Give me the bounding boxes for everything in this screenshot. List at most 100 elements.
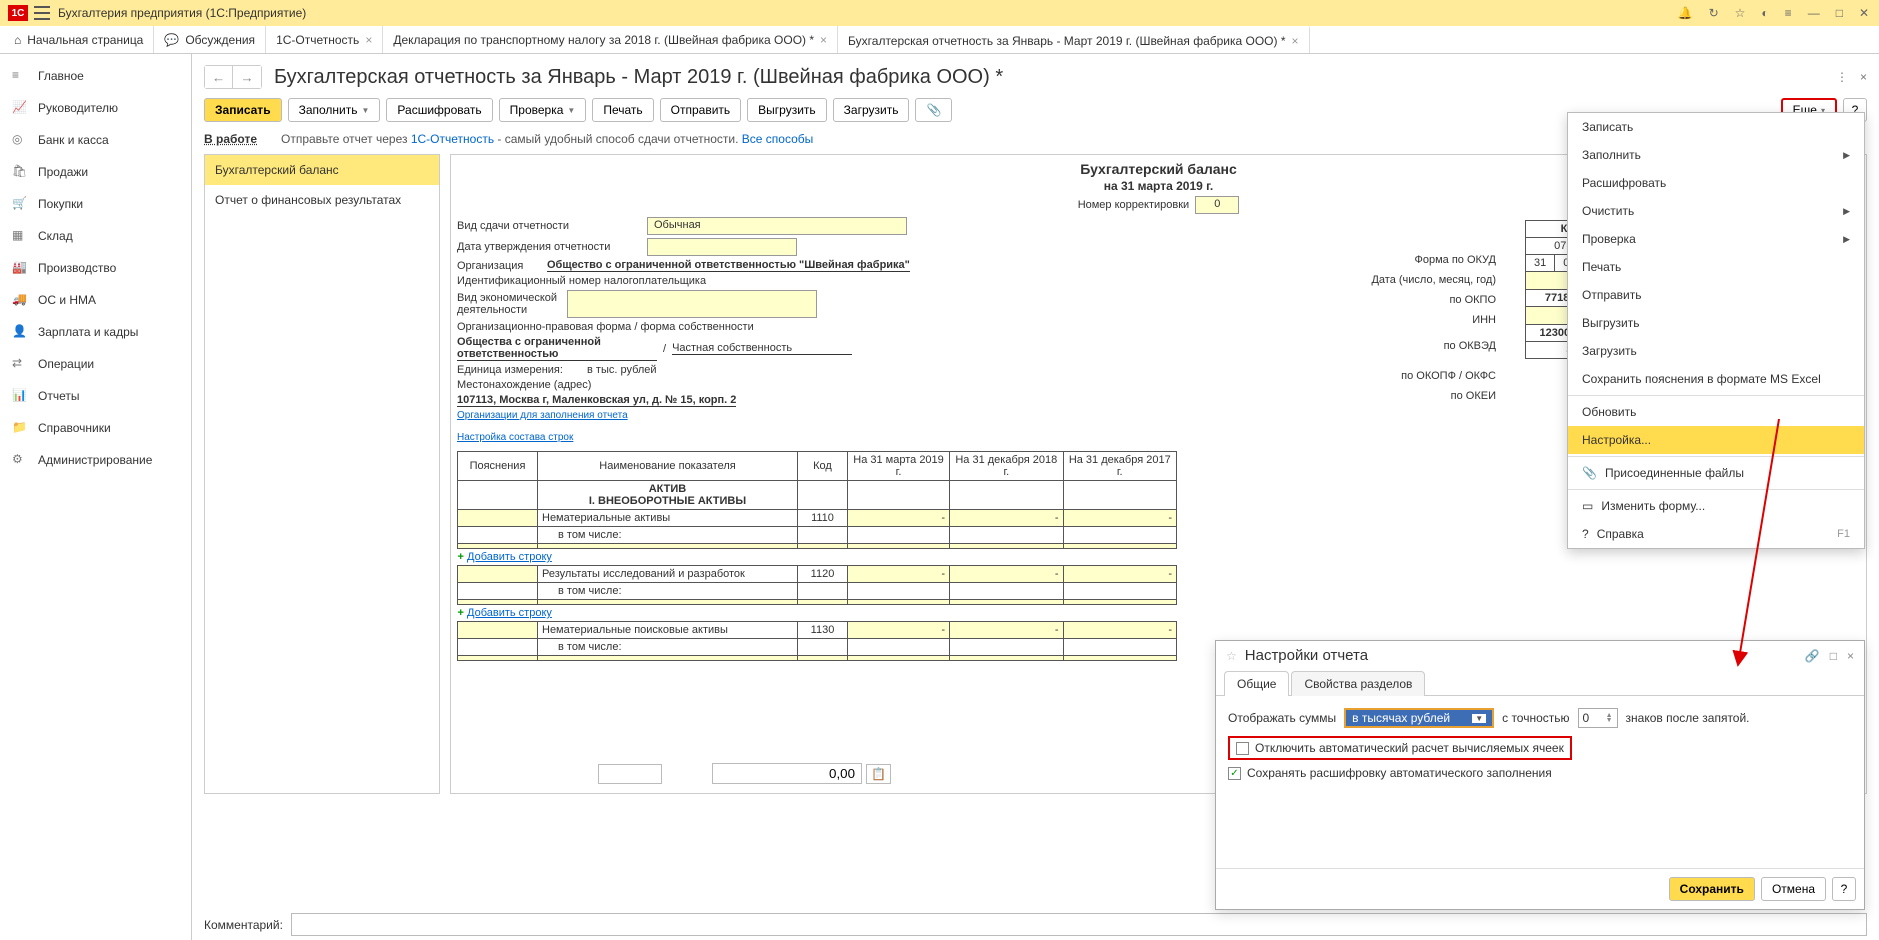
precision-label: с точностью [1502,711,1569,725]
link-1c-reporting[interactable]: 1С-Отчетность [411,132,494,146]
settings-tab-general[interactable]: Общие [1224,671,1289,696]
approval-field[interactable] [647,238,797,256]
more-save-excel[interactable]: Сохранить пояснения в формате MS Excel [1568,365,1864,393]
settings-tab-sections[interactable]: Свойства разделов [1291,671,1425,696]
okpo-label: по ОКПО [1371,290,1496,310]
bell-icon[interactable]: 🔔 [1676,4,1695,22]
more-refresh[interactable]: Обновить [1568,398,1864,426]
send-button[interactable]: Отправить [660,98,742,122]
status-label[interactable]: В работе [204,132,257,146]
value-input[interactable] [712,763,862,784]
settings-cancel-button[interactable]: Отмена [1761,877,1826,901]
save-button[interactable]: Записать [204,98,282,122]
add-row-link[interactable]: Добавить строку [467,607,552,619]
sidebar-item-production[interactable]: 🏭Производство [0,252,191,284]
close-doc-icon[interactable]: × [1860,70,1867,84]
factory-icon: 🏭 [12,260,28,276]
export-button[interactable]: Выгрузить [747,98,827,122]
balance-table: Пояснения Наименование показателя Код На… [457,451,1177,661]
close-settings-icon[interactable]: × [1847,649,1854,663]
more-import[interactable]: Загрузить [1568,337,1864,365]
maximize-icon[interactable]: □ [1834,4,1845,22]
activity-field[interactable] [567,290,817,318]
filter-icon[interactable]: ≡ [1783,4,1794,22]
more-settings[interactable]: Настройка... [1568,426,1864,454]
star-icon[interactable]: ☆ [1733,4,1748,22]
sidebar-item-operations[interactable]: ⇄Операции [0,348,191,380]
tab-active[interactable]: Бухгалтерская отчетность за Январь - Мар… [838,26,1309,53]
sidebar-item-catalogs[interactable]: 📁Справочники [0,412,191,444]
section-balance[interactable]: Бухгалтерский баланс [205,155,439,185]
disable-calc-checkbox[interactable] [1236,742,1249,755]
section-results[interactable]: Отчет о финансовых результатах [205,185,439,215]
correction-field[interactable]: 0 [1195,196,1239,214]
sidebar-item-hr[interactable]: 👤Зарплата и кадры [0,316,191,348]
more-check[interactable]: Проверка▶ [1568,225,1864,253]
tab-home[interactable]: ⌂Начальная страница [4,26,154,53]
rows-config-link[interactable]: Настройка состава строк [457,432,573,443]
keep-decode-label: Сохранять расшифровку автоматического за… [1247,766,1552,780]
star-icon[interactable]: ☆ [1226,649,1237,663]
sidebar-item-main[interactable]: ≡Главное [0,60,191,92]
ops-icon: ⇄ [12,356,28,372]
copy-icon[interactable]: 📋 [866,764,891,784]
sidebar-item-manager[interactable]: 📈Руководителю [0,92,191,124]
keep-decode-checkbox[interactable]: ✓ [1228,767,1241,780]
attach-button[interactable]: 📎 [915,98,952,122]
tabs-bar: ⌂Начальная страница 💬Обсуждения 1С-Отчет… [0,26,1879,54]
more-export[interactable]: Выгрузить [1568,309,1864,337]
chevron-right-icon: ▶ [1843,206,1850,217]
link-all-methods[interactable]: Все способы [742,132,814,146]
caret-down-icon: ▼ [567,106,575,115]
more-send[interactable]: Отправить [1568,281,1864,309]
history-icon[interactable]: ↻ [1707,4,1721,22]
disable-calc-label: Отключить автоматический расчет вычисляе… [1255,741,1564,755]
link-icon[interactable]: 🔗 [1805,649,1820,663]
close-tab-icon[interactable]: × [1292,34,1299,48]
theme-icon[interactable]: ◐ [1759,4,1770,22]
more-save[interactable]: Записать [1568,113,1864,141]
fill-button[interactable]: Заполнить▼ [288,98,381,122]
sidebar-item-bank[interactable]: ◎Банк и касса [0,124,191,156]
settings-save-button[interactable]: Сохранить [1669,877,1755,901]
back-button[interactable]: ← [205,66,233,88]
submit-type-field[interactable]: Обычная [647,217,907,235]
inn-label: Идентификационный номер налогоплательщик… [457,275,706,287]
sidebar-item-sales[interactable]: 🛍Продажи [0,156,191,188]
more-decode[interactable]: Расшифровать [1568,169,1864,197]
menu-icon[interactable] [34,6,50,20]
decode-button[interactable]: Расшифровать [386,98,492,122]
more-fill[interactable]: Заполнить▶ [1568,141,1864,169]
sidebar-item-admin[interactable]: ⚙Администрирование [0,444,191,476]
close-tab-icon[interactable]: × [365,33,372,47]
sidebar-item-reports[interactable]: 📊Отчеты [0,380,191,412]
menu-dots-icon[interactable]: ⋮ [1836,70,1848,84]
units-combo[interactable]: в тысячах рублей▼ [1344,708,1494,728]
more-clear[interactable]: Очистить▶ [1568,197,1864,225]
sidebar-item-assets[interactable]: 🚚ОС и НМА [0,284,191,316]
comment-input[interactable] [291,913,1867,936]
close-tab-icon[interactable]: × [820,33,827,47]
tab-reporting[interactable]: 1С-Отчетность× [266,26,383,53]
add-row-link[interactable]: Добавить строку [467,551,552,563]
maximize-icon[interactable]: □ [1830,649,1837,663]
import-button[interactable]: Загрузить [833,98,910,122]
settings-help-button[interactable]: ? [1832,877,1856,901]
cell-reference[interactable] [598,764,662,784]
more-attachments[interactable]: 📎Присоединенные файлы [1568,459,1864,487]
more-help[interactable]: ?СправкаF1 [1568,520,1864,548]
coin-icon: ◎ [12,132,28,148]
more-print[interactable]: Печать [1568,253,1864,281]
tab-declaration[interactable]: Декларация по транспортному налогу за 20… [383,26,838,53]
more-edit-form[interactable]: ▭Изменить форму... [1568,492,1864,520]
forward-button[interactable]: → [233,66,261,88]
print-button[interactable]: Печать [592,98,653,122]
sidebar-item-purchases[interactable]: 🛒Покупки [0,188,191,220]
minimize-icon[interactable]: — [1806,4,1822,22]
sidebar-item-warehouse[interactable]: ▦Склад [0,220,191,252]
check-button[interactable]: Проверка▼ [499,98,587,122]
close-icon[interactable]: ✕ [1857,4,1871,22]
tab-discussions[interactable]: 💬Обсуждения [154,26,266,53]
orgs-link[interactable]: Организации для заполнения отчета [457,410,628,421]
precision-spinner[interactable]: 0▲▼ [1578,708,1618,728]
